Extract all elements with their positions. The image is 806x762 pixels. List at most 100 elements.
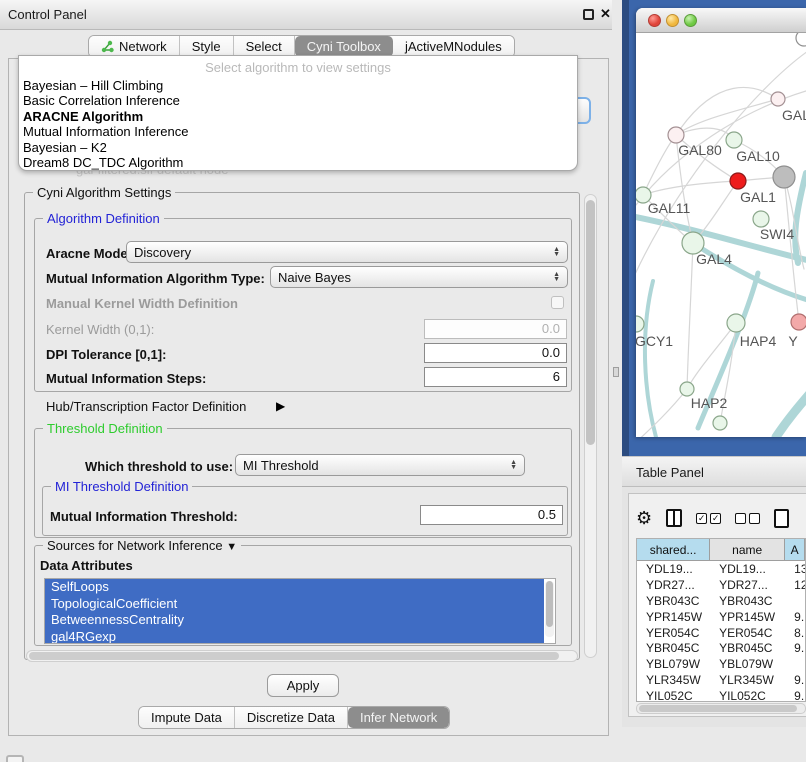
network-node-gal1[interactable] — [730, 173, 746, 189]
table-cell: YIL052C — [637, 689, 710, 702]
table-row[interactable]: YIL052CYIL052C9. — [637, 688, 805, 702]
network-node-hap4[interactable] — [727, 314, 745, 332]
stepper-icon: ▲▼ — [553, 272, 560, 282]
algorithm-option[interactable]: Bayesian – Hill Climbing — [19, 78, 577, 93]
close-traffic-light-icon[interactable] — [648, 14, 661, 27]
table-cell: YIL052C — [710, 689, 785, 702]
settings-vscroll-thumb[interactable] — [586, 200, 595, 445]
mi-algorithm-type-combo[interactable]: Naive Bayes ▲▼ — [270, 266, 568, 288]
table-row[interactable]: YER054CYER054C8. — [637, 625, 805, 641]
tab-network[interactable]: Network — [89, 36, 180, 57]
document-icon[interactable] — [774, 509, 789, 528]
settings-hscroll-thumb[interactable] — [29, 652, 559, 660]
gear-icon[interactable]: ⚙ — [636, 509, 652, 527]
attributes-scroll-thumb[interactable] — [546, 581, 553, 627]
attribute-item[interactable]: gal4RGexp — [45, 629, 544, 645]
close-icon[interactable]: ✕ — [600, 6, 611, 22]
network-node-swi4[interactable] — [753, 211, 769, 227]
table-horizontal-scrollbar[interactable] — [636, 703, 806, 714]
mi-threshold-field[interactable]: 0.5 — [420, 505, 563, 525]
algorithm-option[interactable]: Mutual Information Inference — [19, 124, 577, 139]
table-row[interactable]: YBL079WYBL079W — [637, 656, 805, 672]
network-node-gal[interactable] — [771, 92, 785, 106]
attributes-scrollbar[interactable] — [545, 581, 554, 637]
algorithm-list: Bayesian – Hill ClimbingBasic Correlatio… — [19, 78, 577, 170]
minimize-traffic-light-icon[interactable] — [666, 14, 679, 27]
algorithm-option[interactable]: ARACNE Algorithm — [19, 109, 577, 124]
collapse-down-icon[interactable]: ▼ — [226, 541, 237, 553]
table-row[interactable]: YDL19...YDL19...13 — [637, 561, 805, 577]
algorithm-option[interactable]: Dream8 DC_TDC Algorithm — [19, 155, 577, 170]
kernel-width-label: Kernel Width (0,1): — [46, 322, 154, 337]
minimized-panel-icon[interactable] — [6, 755, 24, 762]
mi-threshold-legend: MI Threshold Definition — [51, 479, 192, 494]
table-cell: 12 — [785, 578, 805, 592]
network-node-label: Y — [788, 333, 798, 349]
control-panel-title: Control Panel — [8, 7, 87, 22]
column-header-shared[interactable]: shared... — [637, 539, 710, 560]
tab-jactivemnodules[interactable]: jActiveMNodules — [393, 36, 514, 57]
float-window-icon[interactable] — [583, 9, 594, 20]
tab-label: Select — [246, 39, 282, 54]
network-node-label: GAL1 — [740, 189, 776, 205]
table-cell: YDL19... — [710, 562, 785, 576]
settings-horizontal-scrollbar[interactable] — [26, 650, 578, 662]
node-table: shared...nameA YDL19...YDL19...13YDR27..… — [636, 538, 806, 702]
sources-legend: Sources for Network Inference ▼ — [43, 538, 241, 553]
network-node[interactable] — [796, 33, 806, 46]
network-node-gcy1[interactable] — [636, 316, 644, 332]
aracne-mode-combo[interactable]: Discovery ▲▼ — [126, 241, 568, 263]
table-toolbar: ⚙ ✓✓ — [636, 504, 806, 532]
table-panel-header: Table Panel — [622, 456, 806, 487]
tab-label: Cyni Toolbox — [307, 39, 381, 54]
bottom-tab-discretize-data[interactable]: Discretize Data — [235, 707, 348, 728]
dpi-tolerance-label: DPI Tolerance [0,1]: — [46, 347, 166, 362]
network-node-hap2[interactable] — [680, 382, 694, 396]
stepper-icon: ▲▼ — [553, 247, 560, 257]
manual-kernel-checkbox[interactable] — [551, 296, 564, 309]
network-node-y[interactable] — [791, 314, 806, 330]
mi-steps-field[interactable]: 6 — [424, 367, 567, 387]
algorithm-option[interactable]: Basic Correlation Inference — [19, 93, 577, 108]
network-node-gal10[interactable] — [726, 132, 742, 148]
network-canvas[interactable]: GAL80GAL10GAL1GAL11SWI4GAL4GCY1HAP4YHAP2… — [636, 33, 806, 437]
bottom-tab-label: Impute Data — [151, 710, 222, 725]
table-row[interactable]: YBR043CYBR043C — [637, 593, 805, 609]
table-hscroll-thumb[interactable] — [639, 705, 797, 712]
dpi-tolerance-field[interactable]: 0.0 — [424, 343, 567, 363]
control-panel-titlebar: Control Panel ✕ — [0, 0, 612, 30]
tab-select[interactable]: Select — [234, 36, 295, 57]
attribute-item[interactable]: BetweennessCentrality — [45, 612, 544, 629]
table-row[interactable]: YLR345WYLR345W9. — [637, 672, 805, 688]
table-row[interactable]: YPR145WYPR145W9. — [637, 609, 805, 625]
table-row[interactable]: YBR045CYBR045C9. — [637, 640, 805, 656]
attribute-item[interactable]: SelfLoops — [45, 579, 544, 596]
split-columns-icon[interactable] — [666, 509, 682, 527]
kernel-width-field[interactable]: 0.0 — [424, 319, 567, 339]
network-node[interactable] — [713, 416, 727, 430]
settings-vertical-scrollbar[interactable] — [584, 194, 597, 658]
which-threshold-combo[interactable]: MI Threshold ▲▼ — [235, 454, 525, 476]
expand-right-icon[interactable]: ▶ — [276, 399, 285, 413]
apply-button[interactable]: Apply — [267, 674, 339, 697]
network-node-gal80[interactable] — [668, 127, 684, 143]
screen: Control Panel ✕ NetworkStyle Select Cyni T… — [0, 0, 806, 762]
table-cell: YBL079W — [637, 657, 710, 671]
checked-boxes-icon[interactable]: ✓✓ — [696, 513, 721, 524]
tab-cyni-toolbox[interactable]: Cyni Toolbox — [295, 36, 393, 57]
column-header-a[interactable]: A — [785, 539, 805, 560]
table-cell: YPR145W — [637, 610, 710, 624]
network-node-label: HAP2 — [691, 395, 728, 411]
zoom-traffic-light-icon[interactable] — [684, 14, 697, 27]
column-header-name[interactable]: name — [710, 539, 785, 560]
tab-style[interactable]: Style — [180, 36, 234, 57]
bottom-tab-impute-data[interactable]: Impute Data — [139, 707, 235, 728]
algorithm-option[interactable]: Bayesian – K2 — [19, 140, 577, 155]
attribute-item[interactable]: TopologicalCoefficient — [45, 596, 544, 613]
network-node[interactable] — [773, 166, 795, 188]
splitter-handle[interactable] — [613, 367, 619, 377]
data-attributes-list[interactable]: SelfLoopsTopologicalCoefficientBetweenne… — [44, 578, 556, 644]
table-row[interactable]: YDR27...YDR27...12 — [637, 577, 805, 593]
unchecked-boxes-icon[interactable] — [735, 513, 760, 524]
bottom-tab-infer-network[interactable]: Infer Network — [348, 707, 449, 728]
